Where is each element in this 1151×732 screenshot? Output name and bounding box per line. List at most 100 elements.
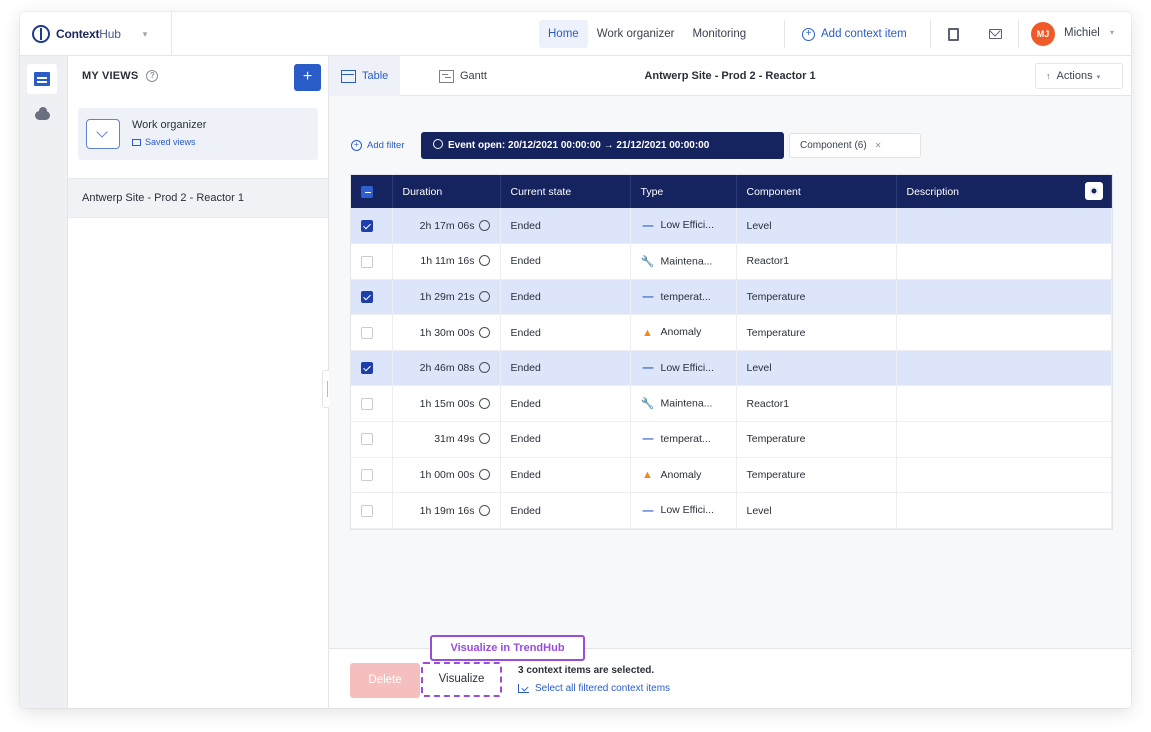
select-all-cell[interactable] [351, 175, 393, 208]
description-cell [896, 243, 1112, 280]
table-row[interactable]: 1h 19m 16s Ended — Low Effici... Level [351, 492, 1112, 529]
type-cell: — temperat... [630, 279, 737, 316]
chevron-down-icon: ▾ [1096, 74, 1101, 81]
table-row[interactable]: 1h 15m 00s Ended 🔧 Maintena... Reactor1 [351, 385, 1112, 423]
table-row[interactable]: 1h 30m 00s Ended ▲ Anomaly Temperature [351, 314, 1112, 351]
row-select-cell[interactable] [351, 457, 393, 494]
avatar[interactable]: MJ [1031, 22, 1055, 46]
select-all-checkbox[interactable] [361, 185, 373, 198]
envelope-icon[interactable] [986, 25, 1004, 43]
duration-cell: 2h 46m 08s [392, 350, 501, 387]
column-header-state[interactable]: Current state [500, 175, 631, 208]
table-row[interactable]: 1h 29m 21s Ended — temperat... Temperature [351, 279, 1112, 316]
nav-work-organizer[interactable]: Work organizer [588, 20, 684, 48]
close-icon[interactable]: ✕ [875, 141, 882, 150]
row-checkbox[interactable] [361, 255, 373, 268]
selection-count: 3 context items are selected. [518, 665, 655, 676]
dash-icon: — [642, 433, 654, 446]
description-cell [896, 492, 1112, 529]
gear-icon[interactable] [1084, 182, 1103, 200]
table-row[interactable]: 2h 17m 06s Ended — Low Effici... Level [351, 208, 1112, 245]
context-items-table: Duration Current state Type Component De… [351, 175, 1112, 529]
clock-icon [478, 326, 490, 338]
row-select-cell[interactable] [351, 385, 393, 423]
row-checkbox[interactable] [361, 326, 373, 339]
tab-table-label: Table [362, 70, 389, 82]
clock-icon [478, 397, 490, 409]
type-cell: — temperat... [630, 421, 737, 458]
sidebar-item-view[interactable]: Antwerp Site - Prod 2 - Reactor 1 [68, 178, 328, 218]
duration-cell: 1h 30m 00s [392, 314, 501, 351]
row-checkbox[interactable] [361, 397, 373, 410]
delete-button[interactable]: Delete [350, 663, 420, 698]
row-checkbox[interactable] [361, 219, 373, 232]
component-cell: Level [736, 350, 897, 387]
warning-icon: ▲ [642, 469, 653, 482]
work-organizer-card[interactable]: Work organizer Saved views [78, 108, 318, 160]
saved-views-link[interactable]: Saved views [132, 137, 196, 147]
visualize-button[interactable]: Visualize [421, 662, 502, 697]
type-cell: — Low Effici... [630, 208, 737, 245]
row-select-cell[interactable] [351, 421, 393, 458]
rail-cloud-button[interactable] [27, 100, 57, 130]
row-checkbox[interactable] [361, 291, 373, 304]
clock-icon [478, 433, 490, 445]
nav-home[interactable]: Home [539, 20, 588, 48]
table-row[interactable]: 1h 11m 16s Ended 🔧 Maintena... Reactor1 [351, 243, 1112, 280]
chevron-down-icon[interactable]: ▾ [1110, 28, 1114, 37]
row-select-cell[interactable] [351, 243, 393, 280]
row-checkbox[interactable] [361, 362, 373, 375]
visualize-tooltip: Visualize in TrendHub [430, 635, 585, 661]
view-tab-bar: Table Gantt Antwerp Site - Prod 2 - Reac… [329, 56, 1131, 96]
select-all-filtered-link[interactable]: Select all filtered context items [518, 683, 670, 694]
add-context-item-button[interactable]: + Add context item [802, 20, 907, 48]
table-row[interactable]: 1h 00m 00s Ended ▲ Anomaly Temperature [351, 457, 1112, 494]
duration-cell: 31m 49s [392, 421, 501, 458]
gantt-icon [439, 69, 454, 83]
views-icon [34, 72, 50, 86]
rail-views-button[interactable] [27, 64, 57, 94]
type-cell: ▲ Anomaly [630, 314, 737, 351]
row-select-cell[interactable] [351, 492, 393, 529]
user-name[interactable]: Michiel [1064, 27, 1100, 39]
table-row[interactable]: 2h 46m 08s Ended — Low Effici... Level [351, 350, 1112, 387]
selection-footer: Delete Visualize Visualize in TrendHub 3… [329, 635, 1131, 708]
book-icon[interactable] [944, 25, 962, 43]
add-view-button[interactable]: + [294, 64, 321, 91]
actions-dropdown[interactable]: ↑ Actions ▾ [1035, 63, 1123, 89]
tab-table[interactable]: Table [329, 56, 401, 96]
type-cell: 🔧 Maintena... [630, 385, 737, 423]
column-header-duration[interactable]: Duration [392, 175, 501, 208]
component-filter-chip[interactable]: Component (6) ✕ [789, 133, 921, 158]
column-header-component[interactable]: Component [736, 175, 897, 208]
column-header-type[interactable]: Type [630, 175, 737, 208]
add-filter-button[interactable]: + Add filter [351, 140, 405, 151]
row-select-cell[interactable] [351, 314, 393, 351]
row-checkbox[interactable] [361, 504, 373, 517]
row-select-cell[interactable] [351, 279, 393, 316]
row-select-cell[interactable] [351, 208, 393, 245]
main-nav: Home Work organizer Monitoring [539, 20, 755, 48]
column-header-description[interactable]: Description [896, 175, 1112, 208]
nav-monitoring[interactable]: Monitoring [683, 20, 755, 48]
event-filter-chip[interactable]: Event open: 20/12/2021 00:00:00 → 21/12/… [421, 132, 784, 159]
component-cell: Temperature [736, 421, 897, 458]
warning-icon: ▲ [642, 326, 653, 339]
state-cell: Ended [500, 421, 631, 458]
app-window: ContextHub ▾ Home Work organizer Monitor… [20, 12, 1131, 708]
row-checkbox[interactable] [361, 433, 373, 446]
app-switcher[interactable]: ContextHub ▾ [20, 12, 172, 56]
tab-gantt[interactable]: Gantt [427, 56, 499, 96]
row-select-cell[interactable] [351, 350, 393, 387]
duration-cell: 1h 15m 00s [392, 385, 501, 423]
state-cell: Ended [500, 314, 631, 351]
table-row[interactable]: 31m 49s Ended — temperat... Temperature [351, 421, 1112, 458]
description-cell [896, 208, 1112, 245]
description-cell [896, 385, 1112, 423]
row-checkbox[interactable] [361, 469, 373, 482]
duration-cell: 1h 19m 16s [392, 492, 501, 529]
clock-icon [478, 255, 490, 267]
divider [930, 20, 931, 48]
dash-icon: — [642, 504, 654, 517]
help-icon[interactable]: ? [146, 70, 159, 82]
